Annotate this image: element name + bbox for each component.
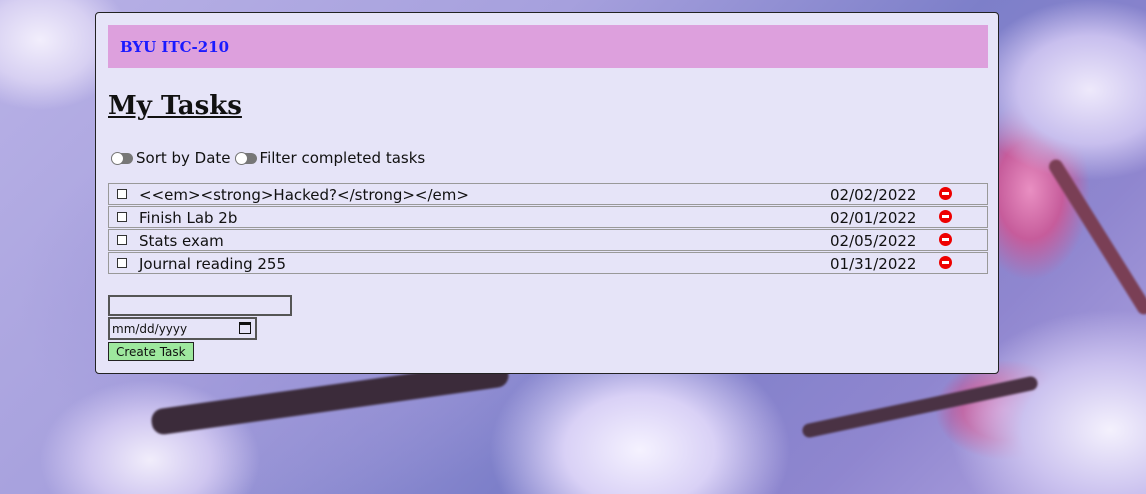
task-row: Stats exam 02/05/2022	[108, 229, 988, 251]
calendar-icon[interactable]	[239, 322, 251, 334]
main-panel: BYU ITC-210 My Tasks Sort by Date Filter…	[95, 12, 999, 374]
task-name: Stats exam	[139, 232, 224, 250]
delete-task-icon[interactable]	[939, 233, 952, 246]
delete-task-icon[interactable]	[939, 256, 952, 269]
header-bar: BYU ITC-210	[108, 25, 988, 68]
task-checkbox[interactable]	[117, 189, 127, 199]
new-task-date-input[interactable]: mm/dd/yyyy	[108, 317, 257, 340]
date-placeholder: mm/dd/yyyy	[112, 322, 188, 336]
branch-decoration	[801, 375, 1039, 439]
brand-link[interactable]: BYU ITC-210	[120, 38, 229, 56]
task-row: <<em><strong>Hacked?</strong></em> 02/02…	[108, 183, 988, 205]
create-task-button[interactable]: Create Task	[108, 342, 194, 361]
task-name: Journal reading 255	[139, 255, 287, 273]
task-controls: Sort by Date Filter completed tasks	[111, 148, 429, 168]
delete-task-icon[interactable]	[939, 210, 952, 223]
task-checkbox[interactable]	[117, 258, 127, 268]
task-list: <<em><strong>Hacked?</strong></em> 02/02…	[108, 183, 988, 276]
task-checkbox[interactable]	[117, 235, 127, 245]
branch-decoration	[1046, 156, 1146, 318]
task-date: 02/02/2022	[830, 186, 917, 204]
task-date: 01/31/2022	[830, 255, 917, 273]
task-date: 02/05/2022	[830, 232, 917, 250]
filter-completed-toggle[interactable]	[234, 151, 257, 165]
delete-task-icon[interactable]	[939, 187, 952, 200]
new-task-name-input[interactable]	[108, 295, 292, 316]
sort-by-date-label: Sort by Date	[136, 149, 231, 167]
sort-by-date-toggle[interactable]	[111, 151, 133, 165]
task-date: 02/01/2022	[830, 209, 917, 227]
task-name: <<em><strong>Hacked?</strong></em>	[139, 186, 469, 204]
filter-completed-label: Filter completed tasks	[259, 149, 426, 167]
task-row: Finish Lab 2b 02/01/2022	[108, 206, 988, 228]
page-title: My Tasks	[108, 91, 242, 121]
task-name: Finish Lab 2b	[139, 209, 238, 227]
task-checkbox[interactable]	[117, 212, 127, 222]
task-row: Journal reading 255 01/31/2022	[108, 252, 988, 274]
